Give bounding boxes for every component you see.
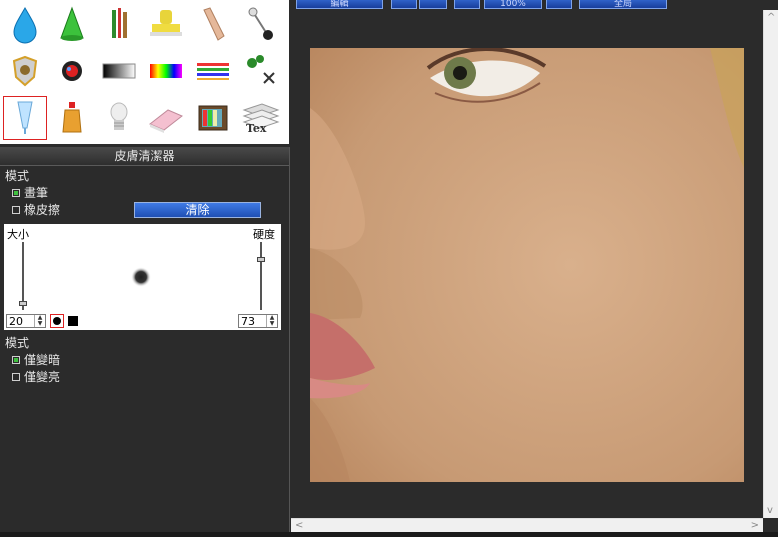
- darken-only-checkbox[interactable]: [12, 355, 20, 364]
- size-label: 大小: [7, 228, 29, 241]
- square-brush-button[interactable]: [67, 315, 81, 329]
- finger-smudge-icon: [203, 7, 225, 41]
- skin-cleaner-panel: 皮膚清潔器 模式 畫筆 橡皮擦 清除 大小 硬度 20 ▲ ▼ 73 ▲ ▼ 模…: [0, 147, 290, 532]
- skin-cleaner-icon: [17, 101, 33, 134]
- water-drop-icon: [13, 7, 37, 44]
- global-button[interactable]: 全局: [579, 0, 667, 9]
- stamp-tool[interactable]: [144, 2, 188, 46]
- lines-tool[interactable]: [191, 49, 235, 93]
- hardness-label: 硬度: [253, 228, 275, 241]
- pin-tool[interactable]: [238, 2, 282, 46]
- hardness-input[interactable]: 73 ▲ ▼: [238, 314, 278, 328]
- panel-title: 皮膚清潔器: [0, 147, 289, 166]
- size-spin-arrows[interactable]: ▲ ▼: [34, 315, 45, 327]
- hardness-value: 73: [241, 315, 255, 328]
- red-eye-tool[interactable]: [50, 49, 94, 93]
- hardness-slider[interactable]: [260, 242, 262, 310]
- red-eye-icon: [62, 61, 82, 81]
- eraser-tool[interactable]: [144, 96, 188, 140]
- brush-option[interactable]: 畫筆: [12, 184, 48, 201]
- mode2-label: 模式: [5, 336, 30, 350]
- lighten-only-checkbox[interactable]: [12, 372, 20, 381]
- horizontal-scrollbar[interactable]: < >: [291, 518, 763, 532]
- scissors-icon: [247, 55, 275, 84]
- cone-icon: [60, 6, 84, 41]
- hardness-slider-thumb[interactable]: [257, 257, 265, 262]
- tv-icon: [198, 105, 228, 131]
- size-slider-thumb[interactable]: [19, 301, 27, 306]
- scroll-up-icon[interactable]: ^: [767, 12, 775, 23]
- mode-label: 模式: [5, 169, 30, 183]
- bulb-tool[interactable]: [97, 96, 141, 140]
- lighten-only-label: 僅變亮: [24, 370, 61, 384]
- pencils-tool[interactable]: [97, 2, 141, 46]
- zoom-out-button[interactable]: [454, 0, 480, 9]
- pencils-icon: [112, 8, 127, 38]
- water-drop-tool[interactable]: [3, 2, 47, 46]
- tool-palette: Tex: [0, 0, 289, 144]
- size-slider[interactable]: [22, 242, 24, 310]
- bulb-icon: [110, 102, 128, 130]
- brush-checkbox[interactable]: [12, 188, 20, 197]
- lines-icon: [197, 63, 229, 80]
- shield-icon: [12, 55, 38, 87]
- cone-tool[interactable]: [50, 2, 94, 46]
- size-input[interactable]: 20 ▲ ▼: [6, 314, 46, 328]
- eraser-checkbox[interactable]: [12, 205, 20, 214]
- rainbow-icon: [150, 64, 182, 78]
- square-shape-icon: [68, 316, 78, 326]
- round-shape-icon: [53, 317, 61, 325]
- undo-button[interactable]: [419, 0, 447, 9]
- redo-button[interactable]: [391, 0, 417, 9]
- lighten-only-option[interactable]: 僅變亮: [12, 368, 60, 385]
- finger-smudge-tool[interactable]: [191, 2, 235, 46]
- tv-tool[interactable]: [191, 96, 235, 140]
- brush-settings: 大小 硬度 20 ▲ ▼ 73 ▲ ▼: [4, 224, 281, 330]
- skin-cleaner-tool[interactable]: [3, 96, 47, 140]
- vertical-scrollbar[interactable]: ^ v: [763, 10, 778, 518]
- stamp-icon: [150, 10, 182, 36]
- clear-button[interactable]: 清除: [134, 202, 261, 218]
- zoom-level[interactable]: 100%: [484, 0, 542, 9]
- gradient-tool[interactable]: [97, 49, 141, 93]
- text-layers-tool[interactable]: Tex: [238, 96, 282, 140]
- eraser-option-label: 橡皮擦: [24, 203, 61, 217]
- darken-only-option[interactable]: 僅變暗: [12, 351, 60, 368]
- pin-icon: [248, 7, 273, 40]
- rainbow-tool[interactable]: [144, 49, 188, 93]
- shield-tool[interactable]: [3, 49, 47, 93]
- photo-canvas[interactable]: [310, 48, 744, 482]
- brush-preview: [131, 267, 151, 287]
- scissors-tool[interactable]: [238, 49, 282, 93]
- face-photo: [310, 48, 744, 482]
- size-value: 20: [9, 315, 23, 328]
- round-brush-button[interactable]: [50, 314, 64, 328]
- brush-option-label: 畫筆: [24, 186, 49, 200]
- edit-button[interactable]: 編輯: [296, 0, 383, 9]
- darken-only-label: 僅變暗: [24, 353, 61, 367]
- eraser-icon: [149, 109, 183, 133]
- scroll-left-icon[interactable]: <: [295, 520, 303, 531]
- bottle-icon: [62, 102, 82, 133]
- eraser-option[interactable]: 橡皮擦: [12, 201, 60, 218]
- scroll-down-icon[interactable]: v: [767, 505, 773, 516]
- bottle-tool[interactable]: [50, 96, 94, 140]
- scroll-right-icon[interactable]: >: [751, 520, 759, 531]
- taskbar-strip: [0, 532, 778, 537]
- hardness-spin-arrows[interactable]: ▲ ▼: [266, 315, 277, 327]
- text-icon-label: Tex: [246, 122, 267, 135]
- zoom-in-button[interactable]: [546, 0, 572, 9]
- gradient-icon: [102, 63, 136, 79]
